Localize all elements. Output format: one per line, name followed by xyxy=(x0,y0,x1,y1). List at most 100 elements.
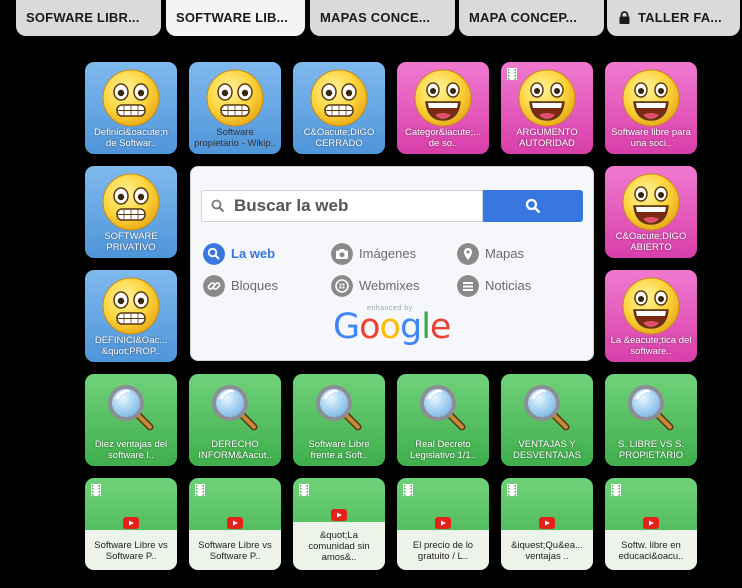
search-placeholder: Buscar la web xyxy=(234,196,349,215)
film-icon xyxy=(507,484,517,496)
youtube-icon xyxy=(123,517,139,529)
film-icon xyxy=(195,484,205,496)
film-icon xyxy=(611,484,621,496)
grinning-face-icon xyxy=(621,68,681,128)
tile-r1-4[interactable]: Categor&iacute;... de so.. xyxy=(397,62,489,154)
option-label: Imágenes xyxy=(359,246,417,261)
camera-icon xyxy=(331,243,353,265)
youtube-icon xyxy=(643,517,659,529)
tile-caption: DERECHO INFORM&Aacut.. xyxy=(198,440,272,461)
film-icon xyxy=(91,484,101,496)
tile-caption: Software Libre vs Software P.. xyxy=(198,540,272,562)
tab-2[interactable]: SOFTWARE LIB... xyxy=(166,0,305,36)
tile-caption: Software Libre frente a Soft.. xyxy=(308,440,370,461)
tile-r1-1[interactable]: Definici&oacute;n de Softwar.. xyxy=(85,62,177,154)
magnifier-icon xyxy=(315,384,363,432)
grimacing-face-icon xyxy=(101,276,161,336)
option-label: La web xyxy=(231,246,276,261)
youtube-icon xyxy=(331,509,347,521)
grimacing-face-icon xyxy=(309,68,369,128)
film-icon xyxy=(507,68,517,80)
tile-caption: S. LIBRE VS S. PROPIETARIO xyxy=(618,440,684,461)
tile-r5-2[interactable]: Software Libre vs Software P.. xyxy=(189,478,281,570)
tile-r4-1[interactable]: Diez ventajas del software l.. xyxy=(85,374,177,466)
tile-caption: Software propietario - Wikip.. xyxy=(194,128,276,149)
tab-3-label: MAPAS CONCE... xyxy=(320,10,431,25)
search-icon xyxy=(525,198,541,214)
tile-r5-4[interactable]: El precio de lo gratuito / L.. xyxy=(397,478,489,570)
film-icon xyxy=(403,484,413,496)
tile-caption: &iquest;Qu&ea... ventajas .. xyxy=(511,540,583,562)
tile-r1-5[interactable]: ARGUMENTO AUTORIDAD xyxy=(501,62,593,154)
web-search-widget: Buscar la web La web Imágenes Mapas Bloq… xyxy=(190,166,594,361)
tile-r5-6[interactable]: Softw. libre en educaci&oacu.. xyxy=(605,478,697,570)
grimacing-face-icon xyxy=(101,172,161,232)
option-label: Noticias xyxy=(485,278,532,293)
magnifier-icon xyxy=(419,384,467,432)
film-icon xyxy=(299,484,309,496)
tile-r5-3[interactable]: &quot;La comunidad sin amos&.. xyxy=(293,478,385,570)
tile-caption: Softw. libre en educaci&oacu.. xyxy=(618,540,684,562)
google-logo: Google xyxy=(333,307,451,347)
tile-caption: DEFINICI&Oac... &quot;PROP.. xyxy=(94,336,168,357)
tile-caption: C&Oacute;DIGO ABIERTO xyxy=(615,232,687,253)
tile-caption: Software Libre vs Software P.. xyxy=(94,540,168,562)
lock-icon xyxy=(619,11,630,25)
option-label: Bloques xyxy=(231,278,278,293)
tile-caption: Diez ventajas del software l.. xyxy=(94,440,168,461)
tile-caption: Categor&iacute;... de so.. xyxy=(404,128,482,149)
tile-r5-1[interactable]: Software Libre vs Software P.. xyxy=(85,478,177,570)
magnifier-icon xyxy=(523,384,571,432)
magnifier-icon xyxy=(627,384,675,432)
tile-r3-left[interactable]: DEFINICI&Oac... &quot;PROP.. xyxy=(85,270,177,362)
grinning-face-icon xyxy=(413,68,473,128)
tile-caption: Real Decreto Legislativo 1/1.. xyxy=(409,440,476,461)
tile-r4-6[interactable]: S. LIBRE VS S. PROPIETARIO xyxy=(605,374,697,466)
grinning-face-icon xyxy=(621,276,681,336)
news-icon xyxy=(457,275,479,297)
magnifier-icon xyxy=(211,384,259,432)
tile-caption: C&Oacute;DIGO CERRADO xyxy=(303,128,375,149)
search-icon xyxy=(203,243,225,265)
tab-3[interactable]: MAPAS CONCE... xyxy=(310,0,455,36)
tab-1[interactable]: SOFWARE LIBR... xyxy=(16,0,161,36)
tab-1-label: SOFWARE LIBR... xyxy=(26,10,140,25)
tile-r5-5[interactable]: &iquest;Qu&ea... ventajas .. xyxy=(501,478,593,570)
grinning-face-icon xyxy=(621,172,681,232)
tile-caption: SOFTWARE PRIVATIVO xyxy=(104,232,158,253)
tile-caption: VENTAJAS Y DESVENTAJAS xyxy=(513,440,581,461)
tile-r1-2[interactable]: Software propietario - Wikip.. xyxy=(189,62,281,154)
tab-4[interactable]: MAPA CONCEP... xyxy=(459,0,604,36)
tile-r2-left[interactable]: SOFTWARE PRIVATIVO xyxy=(85,166,177,258)
tile-r2-right[interactable]: C&Oacute;DIGO ABIERTO xyxy=(605,166,697,258)
tab-bar: SOFWARE LIBR... SOFTWARE LIB... MAPAS CO… xyxy=(0,0,742,38)
youtube-icon xyxy=(539,517,555,529)
tile-r4-2[interactable]: DERECHO INFORM&Aacut.. xyxy=(189,374,281,466)
option-label: Webmixes xyxy=(359,278,420,293)
option-label: Mapas xyxy=(485,246,525,261)
tile-r4-3[interactable]: Software Libre frente a Soft.. xyxy=(293,374,385,466)
tab-2-label: SOFTWARE LIB... xyxy=(176,10,289,25)
youtube-icon xyxy=(227,517,243,529)
search-input[interactable]: Buscar la web xyxy=(201,190,483,222)
tile-r1-6[interactable]: Software libre para una soci.. xyxy=(605,62,697,154)
youtube-icon xyxy=(435,517,451,529)
tab-4-label: MAPA CONCEP... xyxy=(469,10,578,25)
tile-caption: Software libre para una soci.. xyxy=(611,128,691,149)
webmix-icon xyxy=(331,275,353,297)
grinning-face-icon xyxy=(517,68,577,128)
link-icon xyxy=(203,275,225,297)
tile-r4-4[interactable]: Real Decreto Legislativo 1/1.. xyxy=(397,374,489,466)
tile-caption: ARGUMENTO AUTORIDAD xyxy=(516,128,578,149)
tile-r4-5[interactable]: VENTAJAS Y DESVENTAJAS xyxy=(501,374,593,466)
tile-r1-3[interactable]: C&Oacute;DIGO CERRADO xyxy=(293,62,385,154)
map-pin-icon xyxy=(457,243,479,265)
tab-5-label: TALLER FA... xyxy=(638,10,722,25)
tab-5[interactable]: TALLER FA... xyxy=(607,0,740,36)
search-button[interactable] xyxy=(483,190,583,222)
grimacing-face-icon xyxy=(101,68,161,128)
tile-caption: El precio de lo gratuito / L.. xyxy=(412,540,474,562)
tile-r3-right[interactable]: La &eacute;tica del software.. xyxy=(605,270,697,362)
grimacing-face-icon xyxy=(205,68,265,128)
search-icon xyxy=(211,199,225,213)
